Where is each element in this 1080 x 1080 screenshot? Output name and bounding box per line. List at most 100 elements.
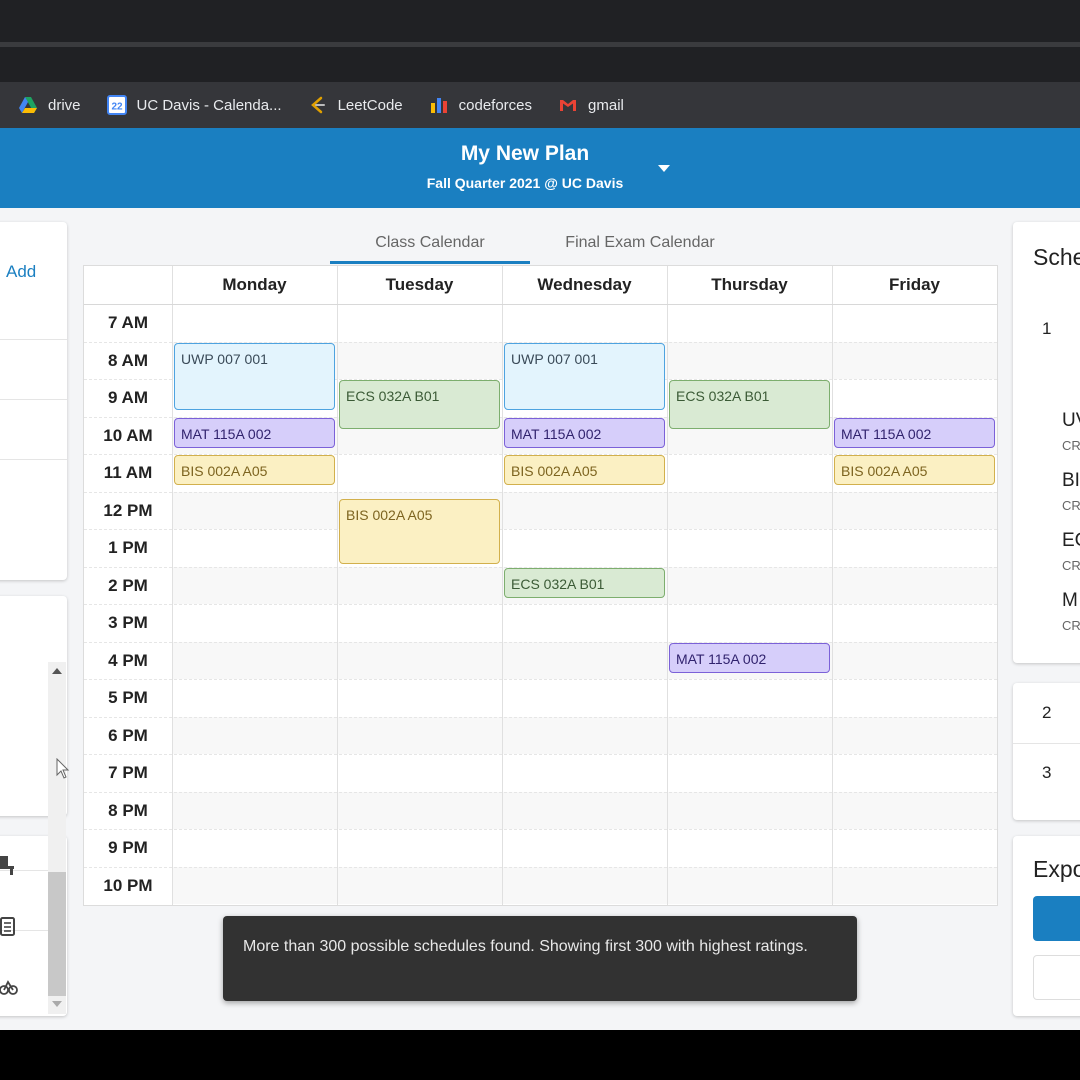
row-shade <box>172 641 997 679</box>
bookmark-drive[interactable]: drive <box>18 82 81 128</box>
time-label: 7 AM <box>108 313 148 332</box>
hour-line <box>84 791 997 793</box>
export-primary-button[interactable] <box>1033 896 1080 941</box>
left-scrollbar-thumb[interactable] <box>48 872 66 996</box>
plan-subtitle: Fall Quarter 2021 @ UC Davis <box>426 175 624 191</box>
add-course-link[interactable]: Add <box>6 262 36 282</box>
course-event-block[interactable]: ECS 032A B01 <box>504 567 665 598</box>
scroll-down-arrow-icon[interactable] <box>52 1001 62 1007</box>
svg-text:22: 22 <box>111 102 123 113</box>
mouse-cursor-icon <box>56 758 70 779</box>
course-item-name: UV <box>1062 410 1080 431</box>
time-label: 3 PM <box>108 613 148 632</box>
hour-line <box>84 529 997 530</box>
gmail-icon <box>560 100 577 111</box>
hour-line <box>84 716 997 718</box>
course-item-sub: CR <box>1062 618 1080 633</box>
course-item-name: EC <box>1062 530 1080 551</box>
time-label: 10 PM <box>103 875 153 895</box>
column-divider <box>667 266 668 905</box>
seat-icon[interactable] <box>0 854 18 876</box>
divider <box>0 339 67 340</box>
book-icon[interactable] <box>0 916 18 938</box>
bookmark-label: gmail <box>588 96 624 114</box>
column-divider <box>832 266 833 905</box>
row-shade <box>172 791 997 829</box>
hour-line <box>84 679 997 680</box>
column-divider <box>502 266 503 905</box>
weekly-calendar: Monday Tuesday Wednesday Thursday Friday 7 AM… <box>83 265 998 906</box>
export-title: Expo <box>1033 856 1080 882</box>
bookmark-label: LeetCode <box>337 96 403 114</box>
course-event-block[interactable]: MAT 115A 002 <box>174 417 335 448</box>
left-search-card: Add <box>0 222 67 580</box>
leetcode-icon <box>310 96 325 114</box>
time-label: 9 PM <box>108 838 148 857</box>
export-secondary-button[interactable] <box>1033 955 1080 1000</box>
hour-line <box>84 604 997 605</box>
tab-class-calendar[interactable]: Class Calendar <box>330 234 530 252</box>
hour-line <box>84 754 997 755</box>
schedules-title: Sche <box>1033 244 1080 270</box>
time-label: 2 PM <box>108 575 148 595</box>
course-item-name: BI <box>1062 470 1080 491</box>
app-root: drive 22 UC Davis - Calenda... LeetCode <box>0 0 1080 1080</box>
bookmarks-bar: drive 22 UC Davis - Calenda... LeetCode <box>0 82 1080 128</box>
course-event-block[interactable]: UWP 007 001 <box>504 342 665 410</box>
calendar-icon: 22 <box>106 95 127 115</box>
browser-tab-strip <box>0 0 1080 82</box>
course-item-sub: CR <box>1062 498 1080 513</box>
course-event-block[interactable]: BIS 002A A05 <box>504 455 665 485</box>
drive-icon <box>19 97 37 113</box>
course-event-block[interactable]: BIS 002A A05 <box>339 498 500 564</box>
time-label: 12 PM <box>103 500 153 520</box>
schedule-number[interactable]: 3 <box>1042 763 1051 783</box>
course-event-block[interactable]: ECS 032A B01 <box>339 380 500 429</box>
time-label: 11 AM <box>103 463 153 482</box>
row-shade <box>172 716 997 754</box>
time-label: 1 PM <box>108 538 148 557</box>
time-label: 4 PM <box>108 650 148 670</box>
bottom-letterbox <box>0 1030 1080 1080</box>
schedule-list-card: 2 3 <box>1013 683 1080 820</box>
bookmark-gmail[interactable]: gmail <box>558 82 624 128</box>
codeforces-icon <box>430 98 447 113</box>
course-event-block[interactable]: UWP 007 001 <box>174 342 335 410</box>
time-label: 9 AM <box>108 388 148 407</box>
day-header: Wednesday <box>537 275 632 294</box>
day-header: Thursday <box>711 275 788 294</box>
plan-title[interactable]: My New Plan <box>400 142 650 166</box>
course-item-sub: CR <box>1062 438 1080 453</box>
course-event-block[interactable]: BIS 002A A05 <box>174 455 335 485</box>
day-header: Tuesday <box>385 275 454 294</box>
day-header: Friday <box>888 275 941 294</box>
course-event-block[interactable]: ECS 032A B01 <box>669 380 830 429</box>
course-event-block[interactable]: BIS 002A A05 <box>834 455 995 485</box>
plan-dropdown-caret-icon[interactable] <box>658 165 670 172</box>
row-shade <box>172 491 997 529</box>
time-label: 7 PM <box>108 763 148 782</box>
bike-icon[interactable] <box>0 976 18 998</box>
calendar-tabs: Class Calendar Final Exam Calendar <box>330 222 770 264</box>
schedule-number[interactable]: 2 <box>1042 703 1051 723</box>
scroll-up-arrow-icon[interactable] <box>52 668 62 674</box>
tab-final-exam-calendar[interactable]: Final Exam Calendar <box>540 234 740 252</box>
course-event-block[interactable]: MAT 115A 002 <box>669 642 830 673</box>
schedules-card: Sche 1 UV CR BI CR EC CR M CR <box>1013 222 1080 663</box>
hour-line <box>84 641 997 643</box>
course-event-block[interactable]: MAT 115A 002 <box>834 417 995 448</box>
bookmark-calendar[interactable]: 22 UC Davis - Calenda... <box>106 82 282 128</box>
column-divider <box>337 266 338 905</box>
bookmark-label: UC Davis - Calenda... <box>136 96 282 114</box>
row-shade <box>172 866 997 904</box>
time-label: 8 AM <box>108 350 148 370</box>
header-divider <box>84 304 997 305</box>
schedule-number[interactable]: 1 <box>1042 319 1051 339</box>
time-label: 6 PM <box>108 725 148 745</box>
course-event-block[interactable]: MAT 115A 002 <box>504 417 665 448</box>
hour-line <box>84 829 997 830</box>
bookmark-codeforces[interactable]: codeforces <box>429 82 532 128</box>
bookmark-leetcode[interactable]: LeetCode <box>308 82 403 128</box>
bookmark-label: drive <box>48 96 81 114</box>
tab-strip-divider <box>0 42 1080 47</box>
